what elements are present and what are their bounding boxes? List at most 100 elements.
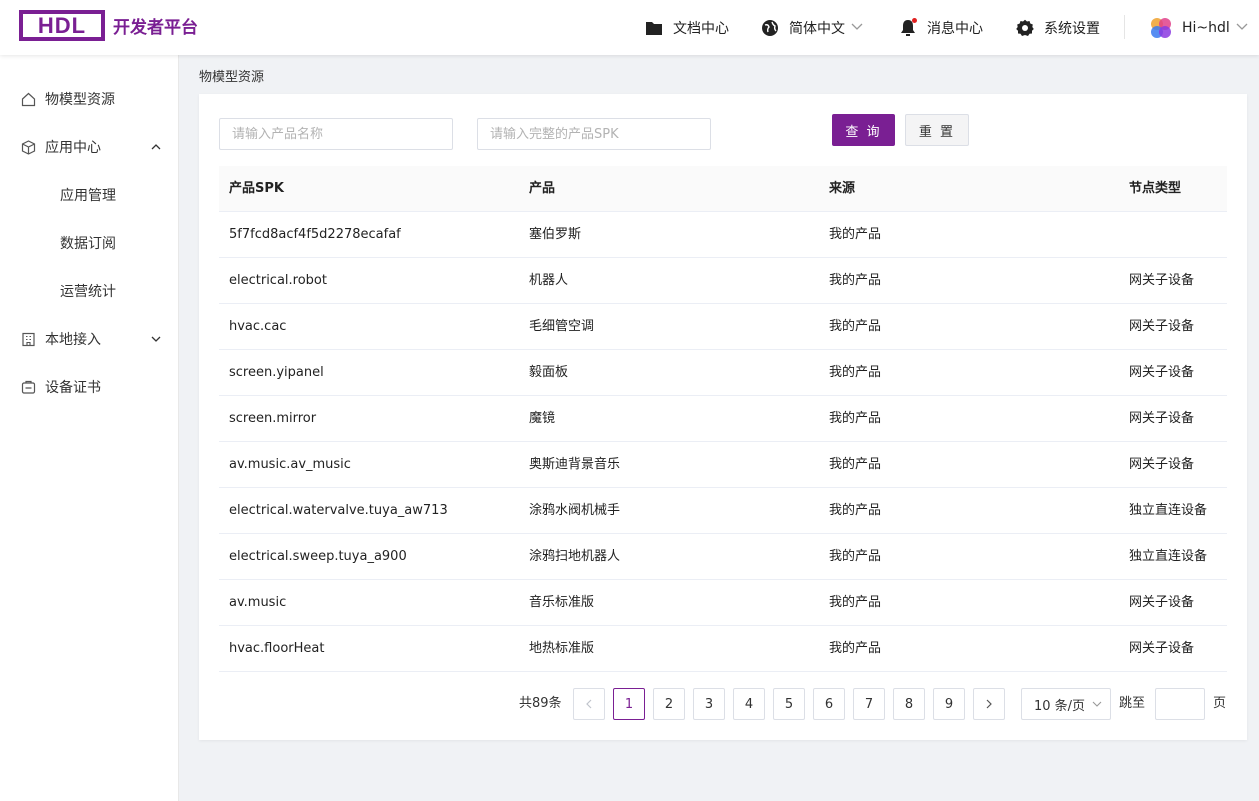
cell-source: 我的产品	[829, 595, 882, 610]
page-size-value: 10 条/页	[1034, 698, 1086, 714]
page-unit-label: 页	[1213, 696, 1227, 711]
product-spk-input[interactable]	[477, 118, 711, 150]
sidebar-item-operation-stats[interactable]: 运营统计	[0, 271, 179, 311]
page-size-select[interactable]: 10 条/页	[1021, 688, 1111, 720]
content-card: 查 询 重 置 产品SPK 产品 来源 节点类型 5f7fcd8acf4f5d2…	[199, 94, 1247, 740]
cell-node-type: 独立直连设备	[1129, 549, 1208, 564]
cell-spk: electrical.watervalve.tuya_aw713	[229, 503, 448, 518]
jump-label: 跳至	[1119, 696, 1146, 711]
table-row: hvac.cac 毛细管空调 我的产品 网关子设备	[219, 304, 1227, 350]
nav-language[interactable]: 简体中文	[761, 0, 863, 55]
page-button[interactable]: 1	[613, 688, 645, 720]
page-button[interactable]: 9	[933, 688, 965, 720]
cell-source: 我的产品	[829, 503, 882, 518]
page-button[interactable]: 4	[733, 688, 765, 720]
chevron-down-icon	[851, 21, 863, 34]
cell-node-type: 网关子设备	[1129, 319, 1195, 334]
cell-source: 我的产品	[829, 457, 882, 472]
cell-spk: 5f7fcd8acf4f5d2278ecafaf	[229, 227, 401, 242]
cell-source: 我的产品	[829, 641, 882, 656]
home-icon	[20, 91, 36, 107]
cell-node-type: 网关子设备	[1129, 641, 1195, 656]
prev-page-button[interactable]	[573, 688, 605, 720]
cell-product: 魔镜	[529, 411, 556, 426]
pagination: 共89条 123456789 10 条/页 跳至 页	[199, 688, 1247, 720]
gear-icon	[1016, 19, 1034, 37]
cell-spk: av.music.av_music	[229, 457, 351, 472]
brand-title: 开发者平台	[113, 18, 198, 38]
cell-source: 我的产品	[829, 273, 882, 288]
cell-node-type: 网关子设备	[1129, 365, 1195, 380]
nav-language-label: 简体中文	[789, 20, 845, 37]
column-header-product: 产品	[529, 181, 556, 196]
avatar	[1148, 15, 1174, 41]
cell-node-type: 独立直连设备	[1129, 503, 1208, 518]
product-name-input[interactable]	[219, 118, 453, 150]
chevron-down-icon	[1092, 698, 1102, 713]
table-row: electrical.robot 机器人 我的产品 网关子设备	[219, 258, 1227, 304]
cell-node-type	[1129, 212, 1227, 258]
chevron-down-icon	[1236, 21, 1248, 34]
column-header-spk: 产品SPK	[229, 181, 284, 196]
sidebar-item-app-management[interactable]: 应用管理	[0, 175, 179, 215]
sidebar-item-device-certificate[interactable]: 设备证书	[0, 367, 179, 407]
cell-source: 我的产品	[829, 365, 882, 380]
table-row: electrical.watervalve.tuya_aw713 涂鸦水阀机械手 我…	[219, 488, 1227, 534]
cell-node-type: 网关子设备	[1129, 273, 1195, 288]
table-body: 5f7fcd8acf4f5d2278ecafaf 塞伯罗斯 我的产品 electric…	[219, 212, 1227, 672]
cell-node-type: 网关子设备	[1129, 411, 1195, 426]
building-icon	[20, 331, 36, 347]
chevron-up-icon	[150, 141, 162, 153]
cell-source: 我的产品	[829, 227, 882, 242]
sidebar-item-label: 应用管理	[60, 188, 116, 204]
page-button[interactable]: 6	[813, 688, 845, 720]
sidebar-item-label: 本地接入	[45, 332, 101, 348]
brand-logo[interactable]: HDL 开发者平台	[19, 10, 198, 41]
sidebar-item-label: 数据订阅	[60, 236, 116, 252]
cell-product: 地热标准版	[529, 641, 595, 656]
sidebar-item-label: 应用中心	[45, 140, 101, 156]
cell-node-type: 网关子设备	[1129, 457, 1195, 472]
cell-product: 毅面板	[529, 365, 569, 380]
table-row: electrical.sweep.tuya_a900 涂鸦扫地机器人 我的产品 独立直…	[219, 534, 1227, 580]
user-menu[interactable]: Hi~hdl	[1148, 0, 1248, 55]
cell-product: 机器人	[529, 273, 569, 288]
cell-source: 我的产品	[829, 411, 882, 426]
page-button[interactable]: 5	[773, 688, 805, 720]
globe-icon	[761, 19, 779, 37]
table-row: screen.yipanel 毅面板 我的产品 网关子设备	[219, 350, 1227, 396]
query-button[interactable]: 查 询	[832, 114, 895, 146]
cell-node-type: 网关子设备	[1129, 595, 1195, 610]
certificate-icon	[20, 379, 36, 395]
table-row: hvac.floorHeat 地热标准版 我的产品 网关子设备	[219, 626, 1227, 672]
breadcrumb: 物模型资源	[199, 70, 265, 85]
cell-source: 我的产品	[829, 319, 882, 334]
sidebar-item-model-resources[interactable]: 物模型资源	[0, 79, 179, 119]
cell-spk: screen.yipanel	[229, 365, 324, 380]
page-button[interactable]: 2	[653, 688, 685, 720]
nav-messages[interactable]: 消息中心	[899, 0, 983, 55]
sidebar-item-app-center[interactable]: 应用中心	[0, 127, 179, 167]
header-divider	[1124, 15, 1125, 39]
sidebar-item-data-subscription[interactable]: 数据订阅	[0, 223, 179, 263]
nav-settings[interactable]: 系统设置	[1016, 0, 1100, 55]
column-header-node-type: 节点类型	[1129, 181, 1182, 196]
sidebar-item-local-access[interactable]: 本地接入	[0, 319, 179, 359]
chevron-down-icon	[150, 333, 162, 345]
table-row: 5f7fcd8acf4f5d2278ecafaf 塞伯罗斯 我的产品	[219, 212, 1227, 258]
cell-spk: av.music	[229, 595, 287, 610]
page-button[interactable]: 3	[693, 688, 725, 720]
nav-docs[interactable]: 文档中心	[645, 0, 729, 55]
sidebar-item-label: 运营统计	[60, 284, 116, 300]
hdl-logo: HDL	[19, 10, 105, 41]
cell-product: 音乐标准版	[529, 595, 595, 610]
page-button[interactable]: 8	[893, 688, 925, 720]
jump-page-input[interactable]	[1155, 688, 1205, 720]
next-page-button[interactable]	[973, 688, 1005, 720]
cell-spk: hvac.cac	[229, 319, 287, 334]
column-header-source: 来源	[829, 181, 856, 196]
page-button[interactable]: 7	[853, 688, 885, 720]
reset-button[interactable]: 重 置	[905, 114, 969, 146]
cell-source: 我的产品	[829, 549, 882, 564]
cell-product: 奥斯迪背景音乐	[529, 457, 621, 472]
